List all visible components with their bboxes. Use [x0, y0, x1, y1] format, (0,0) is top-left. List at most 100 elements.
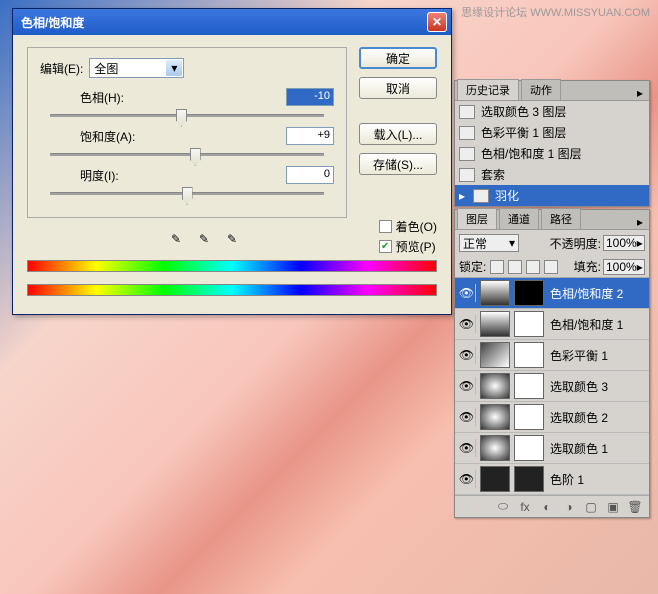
lightness-input[interactable]: 0: [286, 166, 334, 184]
layer-thumb[interactable]: [480, 404, 510, 430]
history-step-icon: [459, 147, 475, 161]
opacity-input[interactable]: 100%▸: [603, 235, 645, 251]
new-layer-icon[interactable]: ▣: [605, 500, 621, 514]
watermark-text: 思缘设计论坛 WWW.MISSYUAN.COM: [461, 4, 650, 20]
edit-fieldset: 编辑(E): 全图 ▾ 色相(H): -10 饱和度(A): +9: [27, 47, 347, 218]
eyedropper-add-icon[interactable]: ✎: [195, 230, 213, 248]
hue-slider[interactable]: [50, 114, 324, 117]
load-button[interactable]: 载入(L)...: [359, 123, 437, 145]
save-button[interactable]: 存储(S)...: [359, 153, 437, 175]
titlebar[interactable]: 色相/饱和度 ✕: [13, 9, 451, 35]
layer-name[interactable]: 选取颜色 1: [548, 440, 646, 457]
preview-label: 预览(P): [396, 238, 436, 255]
history-step-icon: [459, 126, 475, 140]
layer-row[interactable]: 👁 色相/饱和度 2: [455, 278, 649, 309]
close-button[interactable]: ✕: [427, 12, 447, 32]
visibility-icon[interactable]: 👁: [458, 408, 476, 426]
fill-input[interactable]: 100%▸: [603, 259, 645, 275]
layer-row[interactable]: 👁 色彩平衡 1: [455, 340, 649, 371]
hue-saturation-dialog: 色相/饱和度 ✕ 编辑(E): 全图 ▾ 色相(H): -10 饱和度(: [12, 8, 452, 315]
tab-paths[interactable]: 路径: [541, 208, 581, 229]
hue-spectrum-top: [27, 260, 437, 272]
trash-icon[interactable]: 🗑: [627, 500, 643, 514]
visibility-icon[interactable]: 👁: [458, 439, 476, 457]
history-step-icon: [459, 105, 475, 119]
tab-layers[interactable]: 图层: [457, 208, 497, 229]
layer-name[interactable]: 选取颜色 3: [548, 378, 646, 395]
layer-row[interactable]: 👁 选取颜色 2: [455, 402, 649, 433]
layer-name[interactable]: 选取颜色 2: [548, 409, 646, 426]
colorize-checkbox[interactable]: [379, 220, 392, 233]
edit-combo[interactable]: 全图 ▾: [89, 58, 184, 78]
eyedropper-icon[interactable]: ✎: [167, 230, 185, 248]
lightness-slider[interactable]: [50, 192, 324, 195]
blend-mode-combo[interactable]: 正常▾: [459, 234, 519, 252]
visibility-icon[interactable]: 👁: [458, 284, 476, 302]
layers-panel: 图层 通道 路径 ▸ 正常▾ 不透明度: 100%▸ 锁定: 填充: 100%▸…: [454, 209, 650, 518]
lock-label: 锁定:: [459, 258, 486, 275]
ok-button[interactable]: 确定: [359, 47, 437, 69]
layer-mask[interactable]: [514, 280, 544, 306]
chevron-down-icon[interactable]: ▾: [166, 60, 182, 76]
hue-label: 色相(H):: [80, 89, 286, 106]
layer-mask[interactable]: [514, 466, 544, 492]
layer-thumb[interactable]: [480, 466, 510, 492]
history-item[interactable]: 色彩平衡 1 图层: [455, 122, 649, 143]
layer-name[interactable]: 色彩平衡 1: [548, 347, 646, 364]
layer-name[interactable]: 色相/饱和度 2: [548, 285, 646, 302]
visibility-icon[interactable]: 👁: [458, 470, 476, 488]
history-panel: 历史记录 动作 ▸ 选取颜色 3 图层 色彩平衡 1 图层 色相/饱和度 1 图…: [454, 80, 650, 207]
hue-input[interactable]: -10: [286, 88, 334, 106]
adjustment-icon[interactable]: ◑: [561, 500, 577, 514]
layer-thumb[interactable]: [480, 311, 510, 337]
hue-spectrum-bottom: [27, 284, 437, 296]
layer-thumb[interactable]: [480, 342, 510, 368]
history-item[interactable]: 选取颜色 3 图层: [455, 101, 649, 122]
visibility-icon[interactable]: 👁: [458, 315, 476, 333]
lock-move-icon[interactable]: [526, 260, 540, 274]
lock-all-icon[interactable]: [544, 260, 558, 274]
panel-menu-icon[interactable]: ▸: [631, 86, 649, 100]
visibility-icon[interactable]: 👁: [458, 377, 476, 395]
edit-combo-value: 全图: [94, 60, 118, 77]
layer-name[interactable]: 色阶 1: [548, 471, 646, 488]
cancel-button[interactable]: 取消: [359, 77, 437, 99]
layer-row[interactable]: 👁 选取颜色 3: [455, 371, 649, 402]
layer-mask[interactable]: [514, 404, 544, 430]
edit-label: 编辑(E):: [40, 60, 83, 77]
opacity-label: 不透明度:: [550, 235, 601, 252]
fill-label: 填充:: [574, 258, 601, 275]
history-step-icon: [473, 189, 489, 203]
eyedropper-subtract-icon[interactable]: ✎: [223, 230, 241, 248]
layer-name[interactable]: 色相/饱和度 1: [548, 316, 646, 333]
tab-channels[interactable]: 通道: [499, 208, 539, 229]
tab-actions[interactable]: 动作: [521, 79, 561, 100]
visibility-icon[interactable]: 👁: [458, 346, 476, 364]
history-item[interactable]: ▸羽化: [455, 185, 649, 206]
layer-thumb[interactable]: [480, 435, 510, 461]
layer-thumb[interactable]: [480, 280, 510, 306]
tab-history[interactable]: 历史记录: [457, 79, 519, 100]
layer-row[interactable]: 👁 色阶 1: [455, 464, 649, 495]
history-item[interactable]: 色相/饱和度 1 图层: [455, 143, 649, 164]
layer-thumb[interactable]: [480, 373, 510, 399]
layer-mask[interactable]: [514, 373, 544, 399]
folder-icon[interactable]: ▢: [583, 500, 599, 514]
layer-mask[interactable]: [514, 311, 544, 337]
lock-brush-icon[interactable]: [508, 260, 522, 274]
link-icon[interactable]: ⬭: [495, 500, 511, 514]
layer-row[interactable]: 👁 选取颜色 1: [455, 433, 649, 464]
colorize-label: 着色(O): [396, 218, 437, 235]
panel-menu-icon[interactable]: ▸: [631, 215, 649, 229]
fx-icon[interactable]: fx: [517, 500, 533, 514]
history-item[interactable]: 套索: [455, 164, 649, 185]
history-step-icon: [459, 168, 475, 182]
layer-mask[interactable]: [514, 435, 544, 461]
lock-transparent-icon[interactable]: [490, 260, 504, 274]
mask-icon[interactable]: ◐: [539, 500, 555, 514]
layer-mask[interactable]: [514, 342, 544, 368]
saturation-slider[interactable]: [50, 153, 324, 156]
layer-row[interactable]: 👁 色相/饱和度 1: [455, 309, 649, 340]
preview-checkbox[interactable]: ✔: [379, 240, 392, 253]
saturation-input[interactable]: +9: [286, 127, 334, 145]
